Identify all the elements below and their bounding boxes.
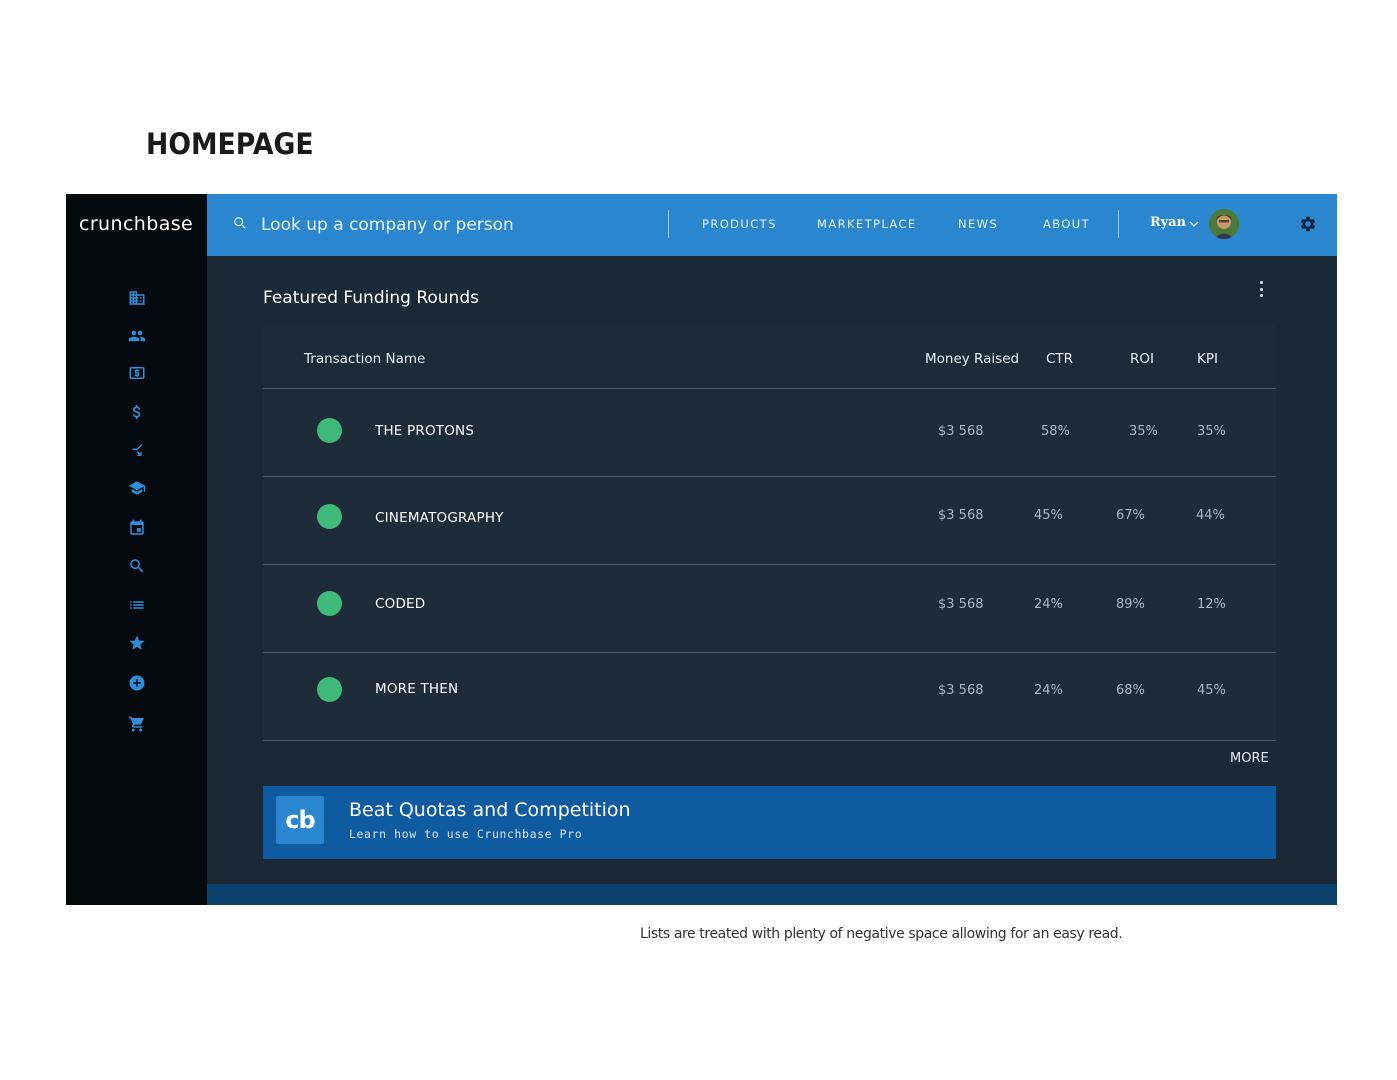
roi-value: 68% [1116, 683, 1145, 698]
nav-about[interactable]: ABOUT [1043, 217, 1090, 231]
promo-title: Beat Quotas and Competition [349, 799, 631, 821]
transaction-name: CINEMATOGRAPHY [375, 510, 504, 526]
acquisitions-icon[interactable] [127, 440, 147, 460]
transaction-name: CODED [375, 596, 426, 612]
table-row[interactable]: CODED $3 568 24% 89% 12% [263, 566, 1276, 653]
kpi-value: 45% [1197, 683, 1226, 698]
money-raised: $3 568 [938, 597, 984, 612]
table-row[interactable]: CINEMATOGRAPHY $3 568 45% 67% 44% [263, 478, 1276, 565]
table-row[interactable]: MORE THEN $3 568 24% 68% 45% [263, 654, 1276, 741]
chevron-down-icon[interactable] [1189, 220, 1199, 228]
promo-subtitle: Learn how to use Crunchbase Pro [349, 827, 583, 841]
column-header-transaction-name[interactable]: Transaction Name [304, 351, 425, 367]
caption: Lists are treated with plenty of negativ… [640, 926, 1123, 942]
nav-news[interactable]: NEWS [958, 217, 998, 231]
status-dot [317, 418, 342, 443]
kpi-value: 12% [1197, 597, 1226, 612]
funding-rounds-icon[interactable] [127, 363, 147, 383]
search-icon[interactable] [127, 556, 147, 576]
user-menu-name[interactable]: Ryan [1150, 215, 1186, 230]
footer-band [207, 884, 1337, 905]
nav-divider [1118, 210, 1119, 238]
crunchbase-cb-logo: cb [276, 796, 324, 844]
table-row[interactable]: THE PROTONS $3 568 58% 35% 35% [263, 390, 1276, 477]
app-window: crunchbase Look up a company or person P… [66, 194, 1337, 905]
dollar-icon[interactable] [127, 402, 147, 422]
money-raised: $3 568 [938, 424, 984, 439]
card-title: Featured Funding Rounds [263, 288, 479, 308]
events-icon[interactable] [127, 518, 147, 538]
sidebar: crunchbase [66, 194, 207, 905]
add-icon[interactable] [127, 673, 147, 693]
avatar[interactable] [1209, 209, 1239, 239]
nav-marketplace[interactable]: MARKETPLACE [817, 217, 917, 231]
people-icon[interactable] [127, 326, 147, 346]
schools-icon[interactable] [127, 478, 147, 498]
transaction-name: THE PROTONS [375, 423, 475, 439]
companies-icon[interactable] [127, 288, 147, 308]
more-options-icon[interactable] [1254, 280, 1268, 298]
gear-icon[interactable] [1299, 215, 1317, 233]
status-dot [317, 591, 342, 616]
roi-value: 35% [1129, 424, 1158, 439]
roi-value: 67% [1116, 508, 1145, 523]
kpi-value: 35% [1197, 424, 1226, 439]
more-link[interactable]: MORE [1230, 751, 1269, 766]
crunchbase-logo[interactable]: crunchbase [79, 213, 193, 235]
search-icon[interactable] [233, 216, 247, 230]
nav-divider [668, 210, 669, 238]
money-raised: $3 568 [938, 683, 984, 698]
column-header-money-raised[interactable]: Money Raised [925, 351, 1019, 367]
status-dot [317, 677, 342, 702]
table-header: Transaction Name Money Raised CTR ROI KP… [263, 324, 1276, 389]
money-raised: $3 568 [938, 508, 984, 523]
favorites-icon[interactable] [127, 633, 147, 653]
nav-products[interactable]: PRODUCTS [702, 217, 777, 231]
ctr-value: 45% [1034, 508, 1063, 523]
promo-banner[interactable]: cb Beat Quotas and Competition Learn how… [263, 786, 1276, 859]
page-heading: HOMEPAGE [146, 127, 314, 161]
column-header-ctr[interactable]: CTR [1046, 351, 1073, 367]
transaction-name: MORE THEN [375, 681, 459, 697]
ctr-value: 24% [1034, 597, 1063, 612]
status-dot [317, 504, 342, 529]
top-nav-bar: PRODUCTS MARKETPLACE NEWS ABOUT Ryan [207, 194, 1337, 256]
kpi-value: 44% [1196, 508, 1225, 523]
column-header-roi[interactable]: ROI [1130, 351, 1154, 367]
ctr-value: 24% [1034, 683, 1063, 698]
cart-icon[interactable] [127, 714, 147, 734]
search-input[interactable] [261, 211, 651, 239]
column-header-kpi[interactable]: KPI [1197, 351, 1218, 367]
roi-value: 89% [1116, 597, 1145, 612]
ctr-value: 58% [1041, 424, 1070, 439]
lists-icon[interactable] [127, 595, 147, 615]
